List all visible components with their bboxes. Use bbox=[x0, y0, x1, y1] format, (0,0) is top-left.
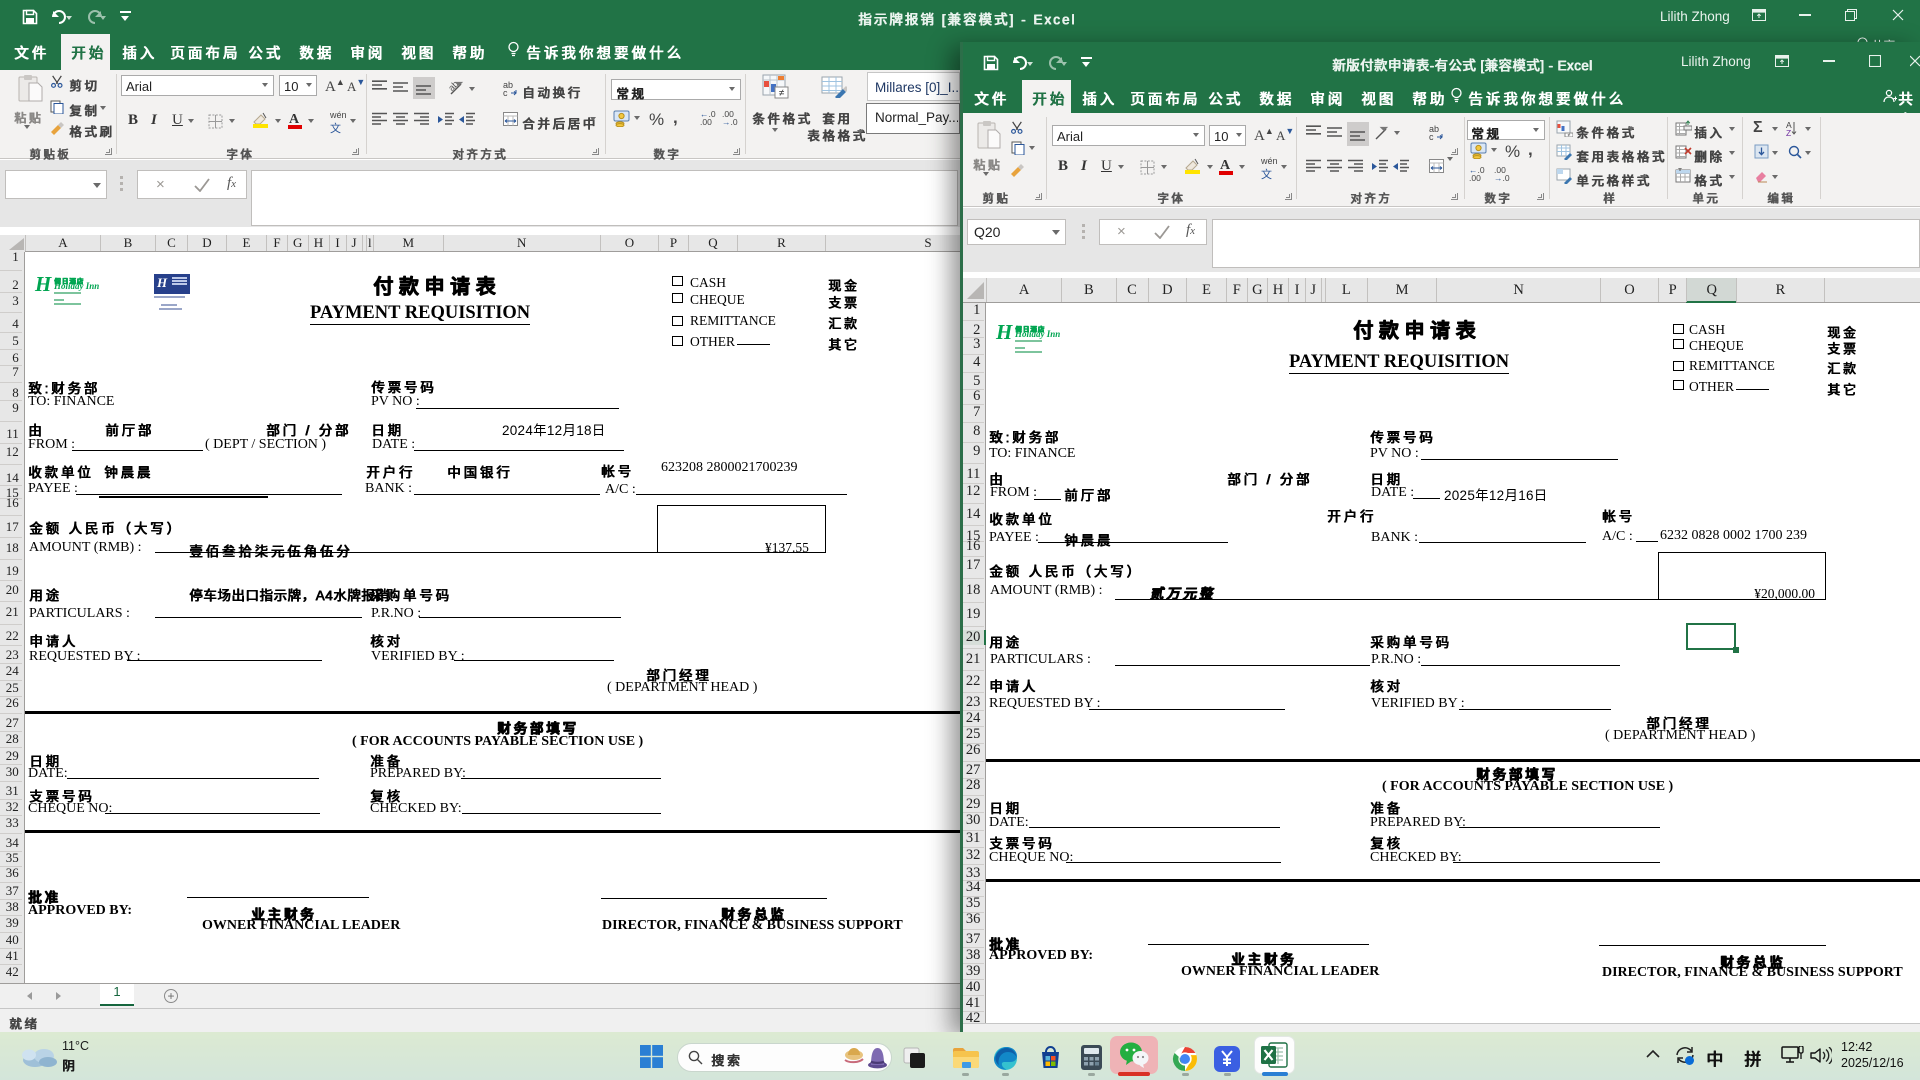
svg-text:Z: Z bbox=[1786, 128, 1791, 137]
svg-text:c: c bbox=[1429, 132, 1434, 141]
svg-text:≠: ≠ bbox=[779, 88, 785, 99]
svg-text:≠: ≠ bbox=[1568, 133, 1571, 138]
svg-text:c: c bbox=[503, 88, 508, 97]
